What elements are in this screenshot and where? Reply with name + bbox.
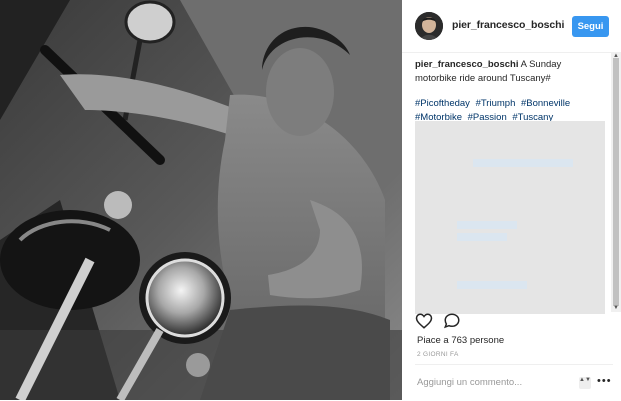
more-options-icon[interactable]: ••• bbox=[597, 375, 612, 387]
hashtag-picoftheday[interactable]: #Picoftheday bbox=[415, 98, 470, 109]
follow-button[interactable]: Segui bbox=[572, 16, 609, 37]
username[interactable]: pier_francesco_boschi bbox=[452, 19, 564, 31]
faded-comment-line bbox=[457, 233, 507, 241]
comment-icon[interactable] bbox=[443, 312, 461, 330]
comment-bar: ▲▼ ••• bbox=[415, 364, 613, 401]
hashtag-bonneville[interactable]: #Bonneville bbox=[521, 98, 570, 109]
hashtag-triumph[interactable]: #Triumph bbox=[476, 98, 516, 109]
avatar-image bbox=[415, 12, 443, 40]
caption-author[interactable]: pier_francesco_boschi bbox=[415, 59, 519, 70]
comments-loading-overlay bbox=[415, 121, 605, 314]
scroll-thumb[interactable] bbox=[613, 58, 619, 306]
post-timestamp: 2 GIORNI FA bbox=[417, 351, 459, 358]
post-photo bbox=[0, 0, 402, 400]
faded-comment-line bbox=[457, 221, 517, 229]
faded-comment-line bbox=[457, 281, 527, 289]
avatar[interactable] bbox=[415, 12, 443, 40]
post-side-panel: pier_francesco_boschi Segui pier_frances… bbox=[402, 0, 621, 400]
scroll-down-icon[interactable]: ▼ bbox=[611, 304, 621, 312]
hashtag-list: #Picoftheday #Triumph #Bonneville #Motor… bbox=[415, 97, 600, 124]
sort-updown-icon[interactable]: ▲▼ bbox=[579, 377, 591, 389]
scrollbar[interactable]: ▲ ▼ bbox=[611, 52, 621, 312]
faded-comment-line bbox=[473, 159, 573, 167]
caption: pier_francesco_boschi A Sunday motorbike… bbox=[415, 58, 600, 85]
post-header: pier_francesco_boschi Segui bbox=[402, 0, 613, 53]
like-count[interactable]: Piace a 763 persone bbox=[417, 335, 504, 346]
post-photo-illustration bbox=[0, 0, 402, 400]
comment-input[interactable] bbox=[417, 377, 567, 388]
heart-icon[interactable] bbox=[415, 312, 433, 330]
